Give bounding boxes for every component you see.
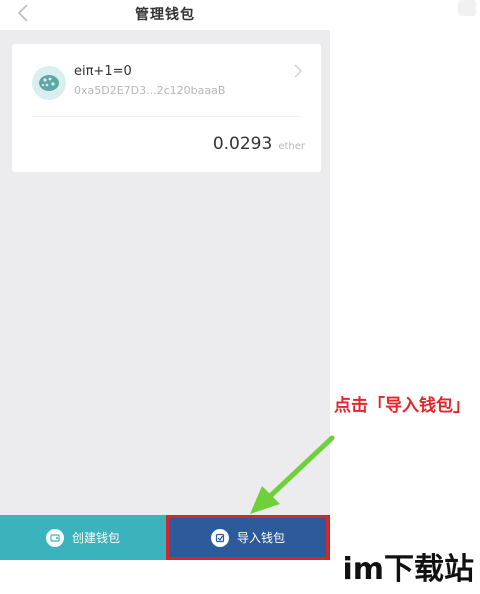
bottom-action-bar: 创建钱包 导入钱包 [0,515,330,560]
create-wallet-button[interactable]: 创建钱包 [0,515,166,560]
import-wallet-button[interactable]: 导入钱包 [166,515,330,560]
wallet-balance: 0.0293 ether [213,134,305,154]
annotation-callout: 点击「导入钱包」 [334,396,470,416]
chevron-right-icon [294,64,302,78]
wallet-name: eiπ+1=0 [74,64,132,79]
import-wallet-label: 导入钱包 [236,531,285,545]
wallet-address: 0xa5D2E7D3...2c120baaaB [74,84,226,97]
card-divider [32,116,301,117]
watermark: im下载站 [342,552,474,587]
green-arrow-icon [250,435,335,514]
balance-unit: ether [278,141,305,152]
wallet-icon [45,528,64,547]
nav-spacer [0,30,330,40]
wallet-avatar-icon [39,75,59,91]
create-wallet-label: 创建钱包 [71,531,120,545]
corner-link-icon [458,0,476,16]
import-icon [210,528,229,547]
navbar: 管理钱包 [0,0,330,30]
wallet-card[interactable]: eiπ+1=0 0xa5D2E7D3...2c120baaaB 0.0293 e… [12,44,321,172]
wallet-avatar [32,66,66,100]
tutorial-screenshot: 管理钱包 eiπ+1=0 0xa5D2E7D3...2c120baaaB 0.0… [0,0,480,594]
balance-value: 0.0293 [212,134,273,154]
page-title: 管理钱包 [135,7,195,23]
